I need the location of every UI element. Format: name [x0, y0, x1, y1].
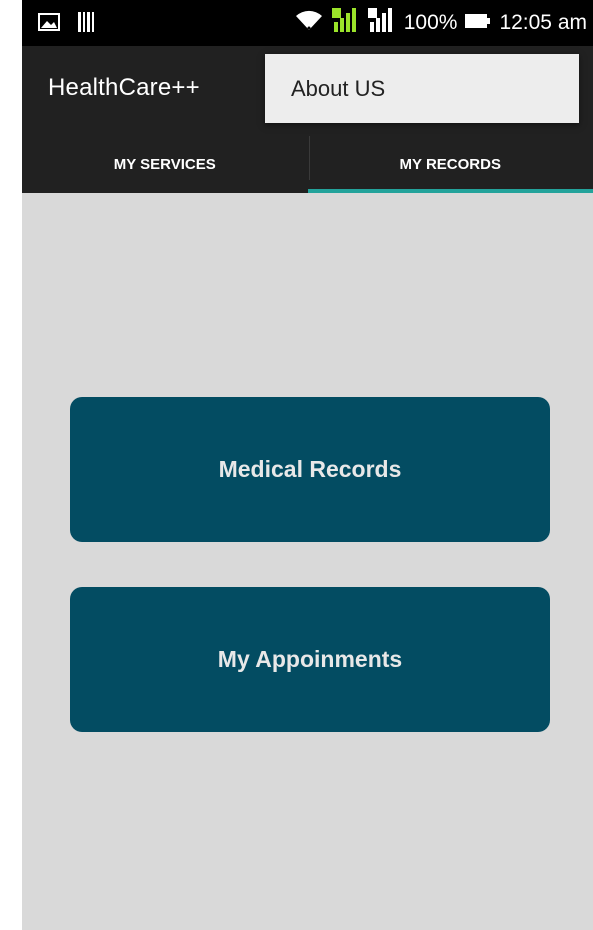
- menu-item-about-us[interactable]: About US: [265, 76, 385, 102]
- tab-selected-indicator: [307, 189, 593, 193]
- wifi-icon: [294, 8, 324, 38]
- phone-screen: 100% 12:05 am HealthCare++ MY SERVICES M…: [22, 0, 593, 930]
- signal-sim1-icon: [331, 8, 360, 38]
- button-label: My Appoinments: [217, 646, 403, 672]
- app-title: HealthCare++: [48, 74, 200, 101]
- medical-records-button[interactable]: Medical Records: [70, 397, 550, 542]
- status-bar: 100% 12:05 am: [22, 0, 593, 46]
- tab-bar: MY SERVICES MY RECORDS: [22, 136, 593, 193]
- tab-divider: [309, 136, 310, 180]
- battery-percent: 100%: [403, 11, 458, 34]
- tab-my-services[interactable]: MY SERVICES: [22, 136, 308, 193]
- signal-sim2-icon: [367, 8, 396, 38]
- button-label: Medical Records: [218, 456, 402, 482]
- tab-label: MY RECORDS: [399, 156, 501, 173]
- battery-icon: [465, 11, 491, 35]
- tab-label: MY SERVICES: [113, 156, 216, 173]
- my-appointments-button[interactable]: My Appoinments: [70, 587, 550, 732]
- image-icon: [38, 13, 60, 36]
- clock: 12:05 am: [499, 11, 587, 34]
- tab-my-records[interactable]: MY RECORDS: [307, 136, 593, 193]
- barcode-icon: [78, 12, 96, 37]
- overflow-menu: About US: [265, 54, 579, 123]
